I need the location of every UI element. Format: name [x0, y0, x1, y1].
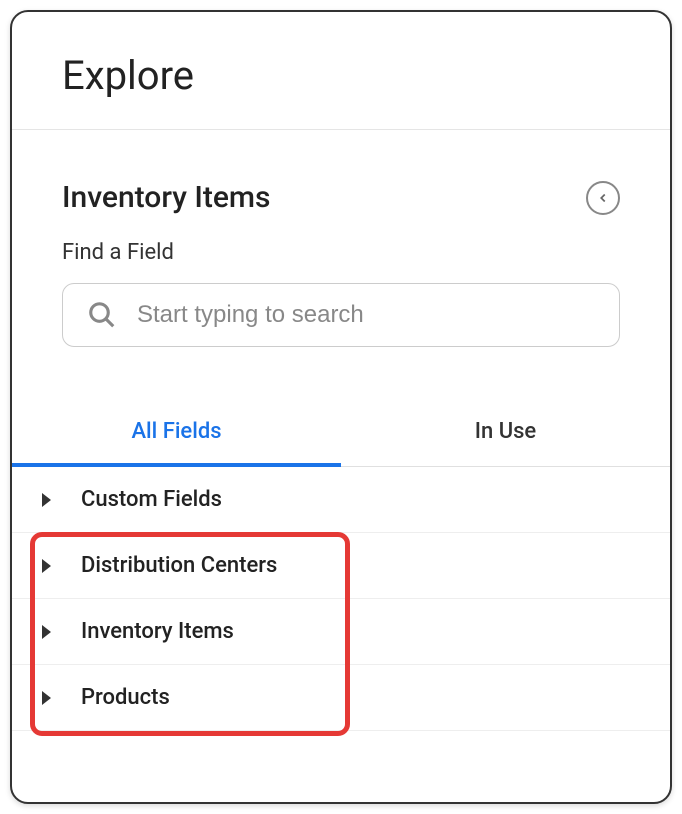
field-label: Inventory Items — [81, 619, 234, 644]
chevron-left-icon — [596, 191, 610, 205]
search-input[interactable] — [137, 301, 595, 329]
field-label: Distribution Centers — [81, 553, 277, 578]
expand-arrow-icon — [42, 691, 51, 705]
panel-header: Explore — [12, 12, 670, 130]
field-label: Products — [81, 685, 170, 710]
field-row-distribution-centers[interactable]: Distribution Centers — [12, 533, 670, 599]
tabs-container: All Fields In Use — [12, 397, 670, 467]
field-row-products[interactable]: Products — [12, 665, 670, 731]
search-box[interactable] — [62, 283, 620, 347]
expand-arrow-icon — [42, 625, 51, 639]
tab-all-fields[interactable]: All Fields — [12, 397, 341, 466]
search-label: Find a Field — [62, 240, 620, 265]
search-icon — [87, 300, 117, 330]
fields-list: Custom Fields Distribution Centers Inven… — [12, 467, 670, 731]
search-section: Find a Field — [12, 240, 670, 377]
tab-in-use[interactable]: In Use — [341, 397, 670, 466]
collapse-button[interactable] — [586, 181, 620, 215]
section-title: Inventory Items — [62, 180, 270, 215]
expand-arrow-icon — [42, 559, 51, 573]
field-row-custom-fields[interactable]: Custom Fields — [12, 467, 670, 533]
section-header: Inventory Items — [12, 130, 670, 240]
page-title: Explore — [62, 52, 620, 99]
field-row-inventory-items[interactable]: Inventory Items — [12, 599, 670, 665]
explore-panel: Explore Inventory Items Find a Field All… — [10, 10, 672, 804]
expand-arrow-icon — [42, 493, 51, 507]
field-label: Custom Fields — [81, 487, 222, 512]
